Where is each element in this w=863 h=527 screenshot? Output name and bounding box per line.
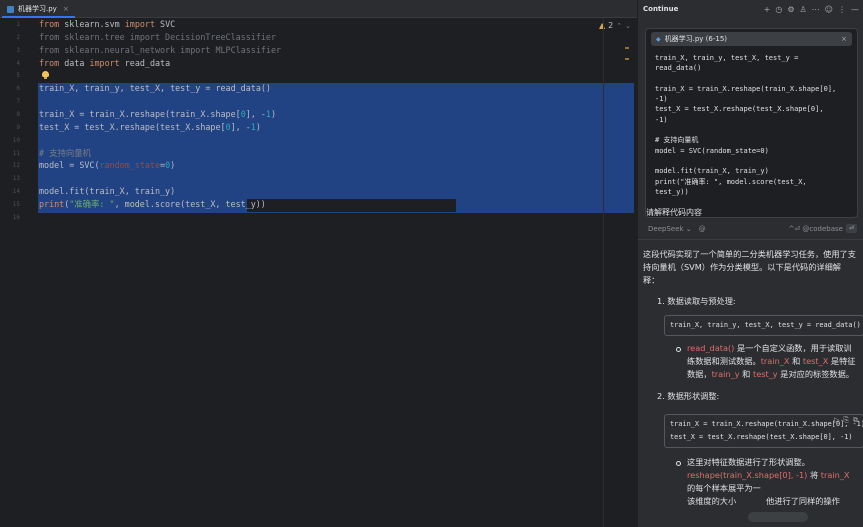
line-number: 7 (16, 98, 20, 106)
line-number: 9 (16, 123, 20, 131)
history-icon[interactable]: ◷ (775, 5, 782, 14)
tab-ml-file[interactable]: 机器学习.py × (2, 2, 75, 18)
panel-header: Continue + ◷ ⚙ ♙ ⋯ ☺ ⋮ — (638, 0, 863, 18)
python-file-icon (7, 5, 14, 13)
panel-title: Continue (643, 5, 679, 13)
enter-icon[interactable]: ⏎ (846, 224, 857, 233)
selection-gap (247, 199, 456, 212)
context-file-label: 机器学习.py (6-15) (664, 35, 728, 43)
context-code-snippet: train_X, train_y, test_X, test_y = read_… (655, 54, 837, 196)
code-line: # 支持向量机 (39, 147, 91, 158)
minimize-icon[interactable]: — (851, 5, 859, 14)
apply-icon[interactable]: ⎘ (843, 416, 849, 425)
copy-icon[interactable]: ⧉ (853, 416, 858, 425)
codebase-shortcut[interactable]: ^⏎ @codebase (788, 225, 843, 233)
line-number: 1 (16, 21, 20, 28)
settings-icon[interactable]: ⚙ (787, 5, 794, 14)
at-mention-icon[interactable]: @ (699, 225, 706, 233)
line-number: 5 (16, 72, 20, 80)
chat-input-card[interactable]: ◆ 机器学习.py (6-15) × train_X, train_y, tes… (645, 28, 858, 218)
line-number: 13 (12, 175, 20, 183)
line-number: 11 (12, 149, 20, 157)
scroll-marker (625, 47, 629, 49)
editor-tab-bar: 机器学习.py × (0, 0, 637, 18)
response-bullet-2: 这里对特征数据进行了形状调整。 reshape(train_X.shape[0],… (643, 456, 857, 508)
line-number: 2 (16, 33, 20, 41)
continue-panel: Continue + ◷ ⚙ ♙ ⋯ ☺ ⋮ — ◆ 机器学习.py (6-15… (637, 0, 863, 527)
code-line: test_X = test_X.reshape(test_X.shape[0],… (39, 121, 261, 132)
more-icon[interactable]: ⋯ (812, 5, 820, 14)
model-selector[interactable]: DeepSeek ⌄ (648, 225, 692, 233)
response-code-block-1[interactable]: train_X, train_y, test_X, test_y = read_… (664, 315, 863, 336)
warning-count: 2 (608, 21, 614, 30)
diamond-icon: ◆ (656, 35, 661, 43)
line-number: 3 (16, 46, 20, 54)
code-line: train_X, train_y, test_X, test_y = read_… (39, 83, 271, 94)
line-number: 14 (12, 188, 20, 196)
line-number: 10 (12, 136, 20, 144)
code-line: from sklearn.neural_network import MLPCl… (39, 44, 282, 55)
right-margin-guide (603, 18, 604, 527)
response-intro: 这段代码实现了一个简单的二分类机器学习任务，使用了支持向量机（SVM）作为分类模… (643, 249, 856, 285)
code-line: from sklearn.svm import SVC (39, 19, 176, 29)
code-block-toolbar: ▷ ⎘ ⧉ (834, 416, 858, 425)
line-number: 8 (16, 110, 20, 118)
code-line: model.fit(train_X, train_y) (39, 186, 176, 197)
chat-prompt-text[interactable]: 请解释代码内容 (646, 207, 702, 218)
panel-toolbar: + ◷ ⚙ ♙ ⋯ ☺ ⋮ — (764, 5, 859, 14)
response-heading-2: 2. 数据形状调整: (657, 391, 720, 401)
code-line: model = SVC(random_state=0) (39, 160, 176, 171)
response-heading-1: 1. 数据读取与预处理: (657, 296, 736, 306)
response-bullet-1: read_data() 是一个自定义函数，用于读取训练数据和测试数据。train… (643, 342, 857, 381)
run-icon[interactable]: ▷ (834, 416, 839, 425)
line-number: 15 (12, 200, 20, 208)
options-icon[interactable]: ⋮ (838, 5, 846, 14)
line-number: 4 (16, 59, 20, 67)
line-number: 12 (12, 162, 20, 170)
context-file-chip[interactable]: ◆ 机器学习.py (6-15) × (651, 32, 852, 46)
chat-input-footer: DeepSeek ⌄ @ ^⏎ @codebase ⏎ (648, 224, 857, 233)
chevron-down-icon[interactable]: ⌄ (625, 22, 631, 30)
line-number: 16 (12, 213, 20, 221)
code-line: from data import read_data (39, 57, 171, 68)
code-editor[interactable]: 机器学习.py × ▲ 2 ⌃ ⌄ 1234567891011121314151… (0, 0, 637, 527)
code-line: print("准确率: ", model.score(test_X, test_… (39, 198, 266, 209)
scroll-fade-overlay (748, 512, 808, 522)
assistant-response: 这段代码实现了一个简单的二分类机器学习任务，使用了支持向量机（SVM）作为分类模… (643, 248, 863, 517)
new-session-icon[interactable]: + (764, 5, 771, 14)
panel-divider (638, 239, 863, 240)
close-icon[interactable]: × (841, 35, 847, 43)
account-icon[interactable]: ♙ (799, 5, 806, 14)
lightbulb-icon[interactable] (42, 71, 49, 80)
code-line: train_X = train_X.reshape(train_X.shape[… (39, 108, 276, 119)
tab-close-icon[interactable]: × (63, 5, 69, 13)
code-line: from sklearn.tree import DecisionTreeCla… (39, 31, 276, 42)
scroll-marker (625, 58, 629, 60)
chevron-up-icon[interactable]: ⌃ (616, 22, 622, 30)
line-number: 6 (16, 85, 20, 93)
tab-label: 机器学习.py (18, 5, 57, 13)
feedback-icon[interactable]: ☺ (825, 5, 833, 14)
